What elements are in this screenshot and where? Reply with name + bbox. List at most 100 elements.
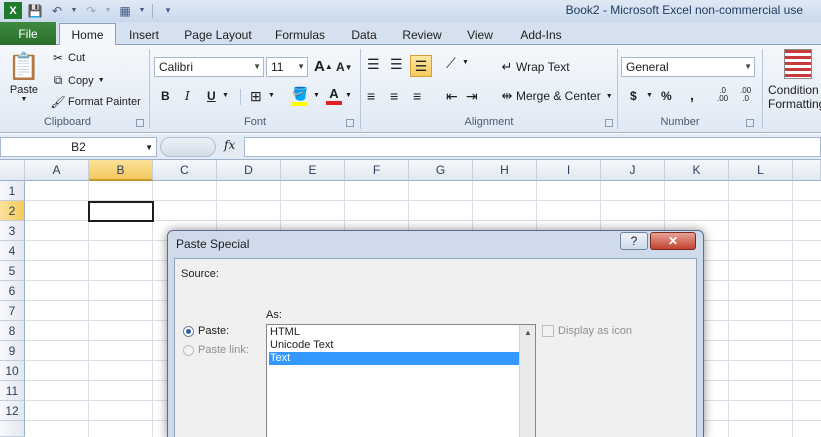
row-header[interactable]: 6 xyxy=(0,281,25,301)
tab-home[interactable]: Home xyxy=(59,23,116,46)
tab-insert[interactable]: Insert xyxy=(122,24,166,45)
font-color-button[interactable]: A xyxy=(326,86,342,105)
grow-font-button[interactable]: A ▲ xyxy=(314,58,333,75)
paste-radio-label[interactable]: Paste: xyxy=(198,325,229,337)
save-icon[interactable]: 💾 xyxy=(26,2,44,19)
row-header-partial[interactable] xyxy=(0,421,25,437)
row-header[interactable]: 2 xyxy=(0,201,25,221)
excel-logo-icon[interactable]: X xyxy=(4,2,22,19)
cut-button[interactable]: ✂ Cut xyxy=(50,51,85,65)
row-header[interactable]: 3 xyxy=(0,221,25,241)
row-header[interactable]: 5 xyxy=(0,261,25,281)
redo-icon[interactable]: ↷ xyxy=(82,2,100,19)
format-painter-button[interactable]: 🖌 Format Painter xyxy=(50,95,140,109)
list-item[interactable]: HTML xyxy=(269,326,519,339)
tab-file[interactable]: File xyxy=(0,22,56,45)
underline-button[interactable]: U xyxy=(207,89,216,103)
row-header[interactable]: 10 xyxy=(0,361,25,381)
column-header[interactable]: H xyxy=(473,160,537,181)
merge-center-button[interactable]: ⇹ Merge & Center ▼ xyxy=(498,88,613,104)
font-name-combo[interactable]: Calibri ▼ xyxy=(154,57,264,77)
form-dropdown-icon[interactable]: ▼ xyxy=(138,2,146,19)
column-header[interactable]: F xyxy=(345,160,409,181)
column-header[interactable]: L xyxy=(729,160,793,181)
align-bottom-icon[interactable]: ☰ xyxy=(410,55,432,77)
font-color-dropdown-icon[interactable]: ▼ xyxy=(345,92,352,99)
tab-page-layout[interactable]: Page Layout xyxy=(178,24,258,45)
paste-link-label[interactable]: Paste link: xyxy=(198,344,249,356)
redo-dropdown-icon[interactable]: ▼ xyxy=(104,2,112,19)
tab-add-ins[interactable]: Add-Ins xyxy=(512,24,570,45)
bold-button[interactable]: B xyxy=(161,89,170,103)
currency-dropdown-icon[interactable]: ▼ xyxy=(646,92,653,99)
underline-dropdown-icon[interactable]: ▼ xyxy=(222,92,229,99)
undo-dropdown-icon[interactable]: ▼ xyxy=(70,2,78,19)
customize-qat-icon[interactable]: ▾ xyxy=(159,2,177,19)
column-header[interactable]: C xyxy=(153,160,217,181)
percent-button[interactable]: % xyxy=(661,89,672,103)
scroll-up-icon[interactable]: ▲ xyxy=(524,328,532,337)
align-top-icon[interactable]: ☰ xyxy=(367,56,380,73)
active-cell[interactable] xyxy=(88,201,154,222)
increase-decimal-button[interactable]: .0 .00 xyxy=(717,87,728,103)
form-icon[interactable]: ▦ xyxy=(116,2,134,19)
formula-input[interactable] xyxy=(244,137,821,157)
tab-data[interactable]: Data xyxy=(342,24,386,45)
display-as-icon-label[interactable]: Display as icon xyxy=(558,325,632,337)
tab-view[interactable]: View xyxy=(458,24,502,45)
listbox-scrollbar[interactable]: ▲ xyxy=(519,325,535,437)
row-header[interactable]: 7 xyxy=(0,301,25,321)
insert-function-icon[interactable]: fx xyxy=(224,138,235,152)
number-format-combo[interactable]: General ▼ xyxy=(621,57,755,77)
currency-button[interactable]: $ xyxy=(630,89,637,103)
clipboard-launcher-icon[interactable] xyxy=(136,119,144,127)
column-header[interactable]: A xyxy=(25,160,89,181)
column-header[interactable]: J xyxy=(601,160,665,181)
as-listbox[interactable]: HTML Unicode Text Text ▲ xyxy=(266,324,536,437)
paste-button[interactable]: 📋 Paste ▼ xyxy=(8,51,40,103)
tab-review[interactable]: Review xyxy=(396,24,448,45)
display-as-icon-checkbox[interactable] xyxy=(542,325,554,337)
decrease-indent-icon[interactable]: ⇤ xyxy=(446,88,458,105)
conditional-formatting-button[interactable]: Condition Formatting xyxy=(768,49,821,111)
close-button[interactable]: ✕ xyxy=(650,232,696,250)
select-all-corner[interactable] xyxy=(0,160,25,181)
paste-link-radio[interactable] xyxy=(183,345,194,356)
column-header[interactable]: D xyxy=(217,160,281,181)
alignment-launcher-icon[interactable] xyxy=(605,119,613,127)
italic-button[interactable]: I xyxy=(185,89,190,103)
row-header[interactable]: 11 xyxy=(0,381,25,401)
orientation-icon[interactable]: ⟋ xyxy=(446,55,456,72)
list-item-selected[interactable]: Text xyxy=(269,352,519,365)
fill-color-dropdown-icon[interactable]: ▼ xyxy=(313,92,320,99)
increase-indent-icon[interactable]: ⇥ xyxy=(466,88,478,105)
number-launcher-icon[interactable] xyxy=(746,119,754,127)
font-launcher-icon[interactable] xyxy=(346,119,354,127)
borders-dropdown-icon[interactable]: ▼ xyxy=(268,92,275,99)
column-header-partial[interactable] xyxy=(793,160,821,181)
align-center-icon[interactable]: ≡ xyxy=(390,88,398,104)
align-middle-icon[interactable]: ☰ xyxy=(390,56,403,73)
borders-icon[interactable]: ⊞ xyxy=(250,88,262,105)
column-header[interactable]: G xyxy=(409,160,473,181)
row-header[interactable]: 9 xyxy=(0,341,25,361)
fill-color-button[interactable]: 🪣 xyxy=(292,86,308,106)
font-size-combo[interactable]: 11 ▼ xyxy=(266,57,308,77)
list-item[interactable]: Unicode Text xyxy=(269,339,519,352)
row-header[interactable]: 4 xyxy=(0,241,25,261)
column-header[interactable]: E xyxy=(281,160,345,181)
align-left-icon[interactable]: ≡ xyxy=(367,88,375,104)
font-name-dropdown-icon[interactable]: ▼ xyxy=(253,62,261,71)
column-header[interactable]: B xyxy=(89,160,153,181)
column-header[interactable]: K xyxy=(665,160,729,181)
shrink-font-button[interactable]: A ▼ xyxy=(336,60,353,74)
name-box[interactable]: B2 ▼ xyxy=(0,137,157,157)
decrease-decimal-button[interactable]: .00 .0 xyxy=(740,87,751,103)
align-right-icon[interactable]: ≡ xyxy=(413,88,421,104)
wrap-text-button[interactable]: ↵ Wrap Text xyxy=(498,59,570,75)
row-header[interactable]: 8 xyxy=(0,321,25,341)
tab-formulas[interactable]: Formulas xyxy=(268,24,332,45)
name-box-dropdown-icon[interactable]: ▼ xyxy=(145,143,153,152)
formula-bar-grip[interactable] xyxy=(160,137,216,157)
number-format-dropdown-icon[interactable]: ▼ xyxy=(744,62,752,71)
